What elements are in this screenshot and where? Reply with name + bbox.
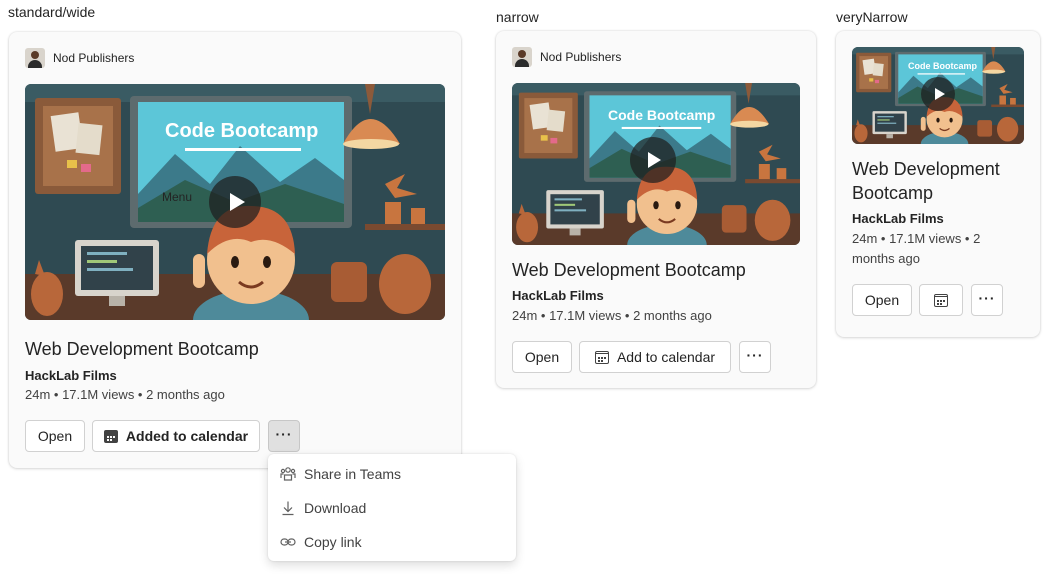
channel-name: HackLab Films: [25, 368, 117, 383]
channel-name: HackLab Films: [852, 211, 944, 226]
menu-tooltip: Menu: [162, 190, 193, 204]
more-icon: ···: [746, 347, 764, 363]
video-thumbnail[interactable]: Code Bootcamp Menu: [25, 84, 445, 320]
video-card-very-narrow: Code Bootcamp Web Development Bootcamp H…: [836, 31, 1040, 337]
variant-label-narrow: narrow: [496, 9, 539, 25]
play-button[interactable]: [209, 176, 261, 228]
more-options-button[interactable]: ···: [971, 284, 1003, 316]
video-thumbnail[interactable]: Code Bootcamp: [512, 83, 800, 245]
calendar-check-icon: [103, 429, 118, 443]
link-icon: [280, 534, 296, 550]
video-card-narrow: Nod Publishers Code Bootcamp Web Develop…: [496, 31, 816, 388]
menu-item-label: Copy link: [304, 534, 362, 550]
open-button-label: Open: [864, 292, 900, 308]
calendar-icon: [934, 293, 948, 307]
add-to-calendar-button[interactable]: Add to calendar: [579, 341, 731, 373]
publisher: Nod Publishers: [512, 47, 621, 67]
menu-item-download[interactable]: Download: [268, 491, 516, 525]
video-card-standard: Nod Publishers Code Bootcamp Menu Web De…: [9, 32, 461, 468]
open-button-label: Open: [37, 428, 73, 444]
more-icon: ···: [978, 290, 996, 306]
open-button[interactable]: Open: [25, 420, 85, 452]
publisher-name: Nod Publishers: [53, 51, 135, 65]
added-to-calendar-label: Added to calendar: [125, 428, 249, 444]
publisher-name: Nod Publishers: [540, 50, 622, 64]
variant-label-standard: standard/wide: [8, 4, 96, 20]
open-button-label: Open: [524, 349, 560, 365]
video-title: Web Development Bootcamp: [25, 339, 259, 359]
open-button[interactable]: Open: [852, 284, 912, 316]
variant-label-very-narrow: veryNarrow: [836, 9, 908, 25]
play-icon: [648, 152, 661, 168]
video-meta: 24m • 17.1M views • 2 months ago: [25, 387, 225, 402]
play-icon: [229, 193, 245, 211]
menu-item-share-in-teams[interactable]: Share in Teams: [268, 457, 516, 491]
video-meta-line1: 24m • 17.1M views • 2: [852, 231, 981, 246]
teams-icon: [280, 466, 296, 482]
video-title: Web Development Bootcamp: [852, 159, 1000, 203]
play-icon: [934, 88, 945, 100]
open-button[interactable]: Open: [512, 341, 572, 373]
download-icon: [280, 500, 296, 516]
video-meta: 24m • 17.1M views • 2 months ago: [512, 308, 712, 323]
thumbnail-title-text: Code Bootcamp: [608, 107, 716, 123]
video-meta-line2: months ago: [852, 251, 920, 266]
video-thumbnail[interactable]: Code Bootcamp: [852, 47, 1024, 144]
add-to-calendar-button[interactable]: [919, 284, 963, 316]
thumbnail-title-text: Code Bootcamp: [165, 120, 319, 142]
publisher-avatar: [512, 47, 532, 67]
add-to-calendar-label: Add to calendar: [616, 349, 716, 365]
channel-name: HackLab Films: [512, 288, 604, 303]
more-options-menu: Share in Teams Download Copy link: [268, 454, 516, 561]
menu-item-label: Download: [304, 500, 367, 516]
more-options-button[interactable]: ···: [268, 420, 300, 452]
calendar-icon: [594, 350, 609, 364]
play-button[interactable]: [630, 137, 676, 183]
publisher: Nod Publishers: [25, 48, 134, 68]
play-button[interactable]: [921, 77, 955, 111]
more-icon: ···: [275, 426, 293, 442]
video-title: Web Development Bootcamp: [512, 260, 746, 280]
thumbnail-title-text: Code Bootcamp: [908, 61, 978, 71]
more-options-button[interactable]: ···: [739, 341, 771, 373]
menu-item-copy-link[interactable]: Copy link: [268, 525, 516, 559]
publisher-avatar: [25, 48, 45, 68]
added-to-calendar-button[interactable]: Added to calendar: [92, 420, 260, 452]
menu-item-label: Share in Teams: [304, 466, 402, 482]
